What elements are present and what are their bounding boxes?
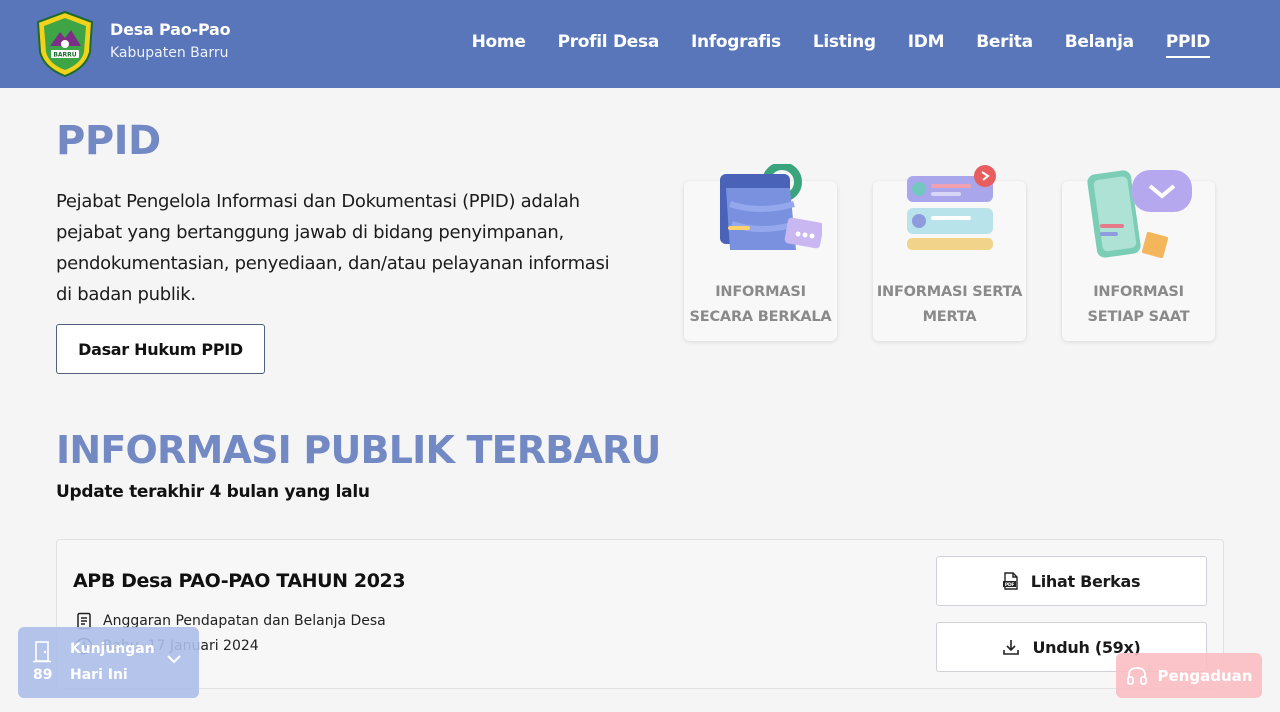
view-file-button[interactable]: PDF Lihat Berkas xyxy=(936,556,1207,606)
door-icon xyxy=(33,641,51,663)
document-title: APB Desa PAO-PAO TAHUN 2023 xyxy=(73,570,406,592)
headset-icon xyxy=(1126,666,1147,685)
visitor-counter-widget[interactable]: 89 Kunjungan Hari Ini xyxy=(18,627,199,698)
visitor-count: 89 xyxy=(33,667,53,683)
site-header: BARRU Desa Pao-Pao Kabupaten Barru Home … xyxy=(0,0,1280,88)
nav-idm[interactable]: IDM xyxy=(908,32,945,58)
main-nav: Home Profil Desa Infografis Listing IDM … xyxy=(472,32,1210,58)
section-title: INFORMASI PUBLIK TERBARU xyxy=(56,428,661,472)
list-alert-icon xyxy=(907,165,996,250)
card-label: INFORMASI SETIAP SAAT xyxy=(1087,284,1190,325)
brand[interactable]: Desa Pao-Pao Kabupaten Barru xyxy=(110,20,231,61)
card-informasi-setiap-saat[interactable]: INFORMASI SETIAP SAAT xyxy=(1062,170,1215,341)
card-label: INFORMASI SERTA MERTA xyxy=(876,284,1023,325)
section-subtitle: Update terakhir 4 bulan yang lalu xyxy=(56,482,370,502)
svg-text:PDF: PDF xyxy=(1005,582,1014,588)
card-informasi-berkala[interactable]: INFORMASI SECARA BERKALA xyxy=(684,164,837,341)
svg-text:BARRU: BARRU xyxy=(53,52,76,59)
visitor-label-line2: Hari Ini xyxy=(70,667,128,683)
nav-home[interactable]: Home xyxy=(472,32,526,58)
visitor-label-line1: Kunjungan xyxy=(70,641,155,657)
phone-message-icon xyxy=(1087,170,1192,259)
page-title: PPID xyxy=(56,118,161,164)
complaint-button[interactable]: Pengaduan xyxy=(1116,653,1262,698)
ppid-description: Pejabat Pengelola Informasi dan Dokument… xyxy=(56,191,610,305)
download-icon xyxy=(1003,640,1020,655)
document-card: APB Desa PAO-PAO TAHUN 2023 Anggaran Pen… xyxy=(56,539,1224,689)
nav-berita[interactable]: Berita xyxy=(976,32,1033,58)
card-informasi-serta-merta[interactable]: INFORMASI SERTA MERTA xyxy=(873,165,1026,341)
nav-ppid[interactable]: PPID xyxy=(1165,32,1210,58)
brand-subtitle: Kabupaten Barru xyxy=(110,45,229,61)
nav-infografis[interactable]: Infografis xyxy=(691,32,781,58)
pdf-file-icon: PDF xyxy=(1002,572,1018,590)
folder-icon xyxy=(720,164,822,250)
nav-belanja[interactable]: Belanja xyxy=(1065,32,1134,58)
nav-profil-desa[interactable]: Profil Desa xyxy=(558,32,660,58)
legal-basis-button[interactable]: Dasar Hukum PPID xyxy=(56,324,265,374)
nav-listing[interactable]: Listing xyxy=(813,32,876,58)
brand-name: Desa Pao-Pao xyxy=(110,20,231,39)
card-label: INFORMASI SECARA BERKALA xyxy=(689,284,832,325)
village-logo-icon[interactable]: BARRU xyxy=(34,10,96,78)
chevron-down-icon[interactable] xyxy=(166,653,182,665)
